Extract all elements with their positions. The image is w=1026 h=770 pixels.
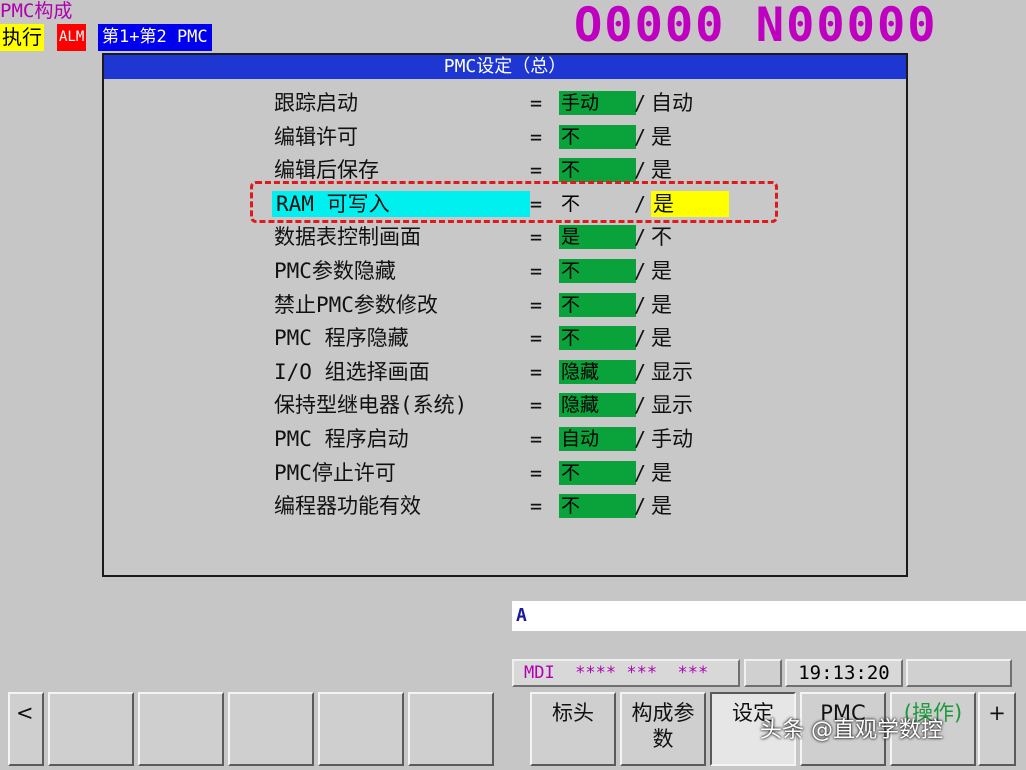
- watermark: 头条 @直观学数控: [760, 718, 943, 743]
- softkey-config-params-button[interactable]: 构成参数: [620, 692, 706, 766]
- value-separator: /: [634, 359, 647, 384]
- equals-sign: =: [530, 292, 543, 317]
- status-field-empty: [744, 659, 782, 687]
- setting-current-value[interactable]: 不: [559, 460, 636, 485]
- value-separator: /: [634, 124, 647, 149]
- setting-row[interactable]: 保持型继电器(系统) = 隐藏 / 显示: [104, 388, 906, 422]
- equals-sign: =: [530, 393, 543, 418]
- setting-label: 编辑许可: [274, 124, 358, 149]
- setting-current-value[interactable]: 不: [559, 326, 636, 351]
- setting-current-value[interactable]: 不: [559, 124, 636, 149]
- softkey-blank-1[interactable]: [48, 692, 134, 766]
- highlight-annotation-box: [250, 181, 778, 223]
- pmc-path-indicator: 第1+第2 PMC: [98, 24, 212, 51]
- setting-label: 数据表控制画面: [274, 225, 421, 250]
- setting-row[interactable]: PMC参数隐藏 = 不 / 是: [104, 254, 906, 288]
- setting-label: 跟踪启动: [274, 91, 358, 115]
- value-separator: /: [634, 494, 647, 519]
- setting-row[interactable]: 编程器功能有效 = 不 / 是: [104, 489, 906, 523]
- setting-current-value[interactable]: 不: [559, 158, 636, 183]
- panel-title: PMC设定（总）: [104, 55, 906, 79]
- setting-alternate-value[interactable]: 是: [651, 120, 672, 154]
- softkey-next-button[interactable]: +: [978, 692, 1016, 766]
- equals-sign: =: [530, 91, 543, 115]
- setting-alternate-value[interactable]: 不: [651, 220, 672, 254]
- softkey-title-button[interactable]: 标头: [530, 692, 616, 766]
- softkey-blank-5[interactable]: [408, 692, 494, 766]
- setting-label: 编程器功能有效: [274, 494, 421, 519]
- setting-row[interactable]: 编辑许可 = 不 / 是: [104, 120, 906, 154]
- key-input-buffer: A: [516, 605, 527, 626]
- setting-current-value[interactable]: 隐藏: [559, 393, 636, 418]
- equals-sign: =: [530, 359, 543, 384]
- value-separator: /: [634, 460, 647, 485]
- mode-status-field: MDI **** *** ***: [512, 659, 740, 687]
- equals-sign: =: [530, 494, 543, 519]
- setting-label: PMC参数隐藏: [274, 259, 396, 283]
- softkey-blank-2[interactable]: [138, 692, 224, 766]
- setting-row[interactable]: PMC 程序隐藏 = 不 / 是: [104, 321, 906, 355]
- alarm-status-badge: ALM: [57, 24, 87, 51]
- softkey-blank-3[interactable]: [228, 692, 314, 766]
- value-separator: /: [634, 91, 647, 115]
- status-field-empty-2: [906, 659, 1012, 687]
- setting-current-value[interactable]: 自动: [559, 427, 636, 451]
- equals-sign: =: [530, 124, 543, 149]
- setting-alternate-value[interactable]: 是: [651, 456, 672, 490]
- setting-label: PMC 程序隐藏: [274, 326, 409, 351]
- screen-title: PMC构成: [0, 0, 73, 22]
- equals-sign: =: [530, 326, 543, 351]
- setting-alternate-value[interactable]: 自动: [651, 86, 693, 120]
- equals-sign: =: [530, 259, 543, 283]
- program-number-display: O0000 N00000: [574, 0, 938, 53]
- setting-alternate-value[interactable]: 是: [651, 321, 672, 355]
- equals-sign: =: [530, 225, 543, 250]
- value-separator: /: [634, 292, 647, 317]
- execution-status-badge: 执行: [0, 24, 44, 51]
- setting-row[interactable]: 跟踪启动 = 手动 / 自动: [104, 86, 906, 120]
- setting-label: 禁止PMC参数修改: [274, 292, 438, 317]
- value-separator: /: [634, 225, 647, 250]
- equals-sign: =: [530, 460, 543, 485]
- setting-row[interactable]: PMC 程序启动 = 自动 / 手动: [104, 422, 906, 456]
- pmc-settings-panel: PMC设定（总） 跟踪启动 = 手动 / 自动 编辑许可 = 不 / 是编辑后保存 = 不 / 是 RAM …: [102, 53, 908, 577]
- setting-row[interactable]: I/O 组选择画面 = 隐藏 / 显示: [104, 355, 906, 389]
- setting-alternate-value[interactable]: 手动: [651, 422, 693, 456]
- setting-label: PMC停止许可: [274, 460, 396, 485]
- setting-label: PMC 程序启动: [274, 427, 409, 451]
- setting-current-value[interactable]: 不: [559, 494, 636, 519]
- softkey-blank-4[interactable]: [318, 692, 404, 766]
- equals-sign: =: [530, 427, 543, 451]
- setting-row[interactable]: 数据表控制画面 = 是 / 不: [104, 220, 906, 254]
- clock-display: 19:13:20: [785, 659, 903, 687]
- setting-alternate-value[interactable]: 是: [651, 254, 672, 288]
- setting-alternate-value[interactable]: 是: [651, 288, 672, 322]
- setting-alternate-value[interactable]: 是: [651, 489, 672, 523]
- setting-row[interactable]: 禁止PMC参数修改 = 不 / 是: [104, 288, 906, 322]
- setting-current-value[interactable]: 是: [559, 225, 636, 250]
- value-separator: /: [634, 393, 647, 418]
- setting-label: 保持型继电器(系统): [274, 393, 468, 418]
- setting-current-value[interactable]: 不: [559, 259, 636, 283]
- key-input-line[interactable]: A: [512, 601, 1026, 631]
- setting-current-value[interactable]: 隐藏: [559, 359, 636, 384]
- setting-current-value[interactable]: 手动: [559, 91, 636, 115]
- setting-current-value[interactable]: 不: [559, 292, 636, 317]
- value-separator: /: [634, 427, 647, 451]
- setting-alternate-value[interactable]: 显示: [651, 355, 693, 389]
- softkey-prev-button[interactable]: <: [8, 692, 44, 766]
- value-separator: /: [634, 326, 647, 351]
- setting-label: I/O 组选择画面: [274, 359, 430, 384]
- setting-row[interactable]: PMC停止许可 = 不 / 是: [104, 456, 906, 490]
- setting-alternate-value[interactable]: 显示: [651, 388, 693, 422]
- value-separator: /: [634, 259, 647, 283]
